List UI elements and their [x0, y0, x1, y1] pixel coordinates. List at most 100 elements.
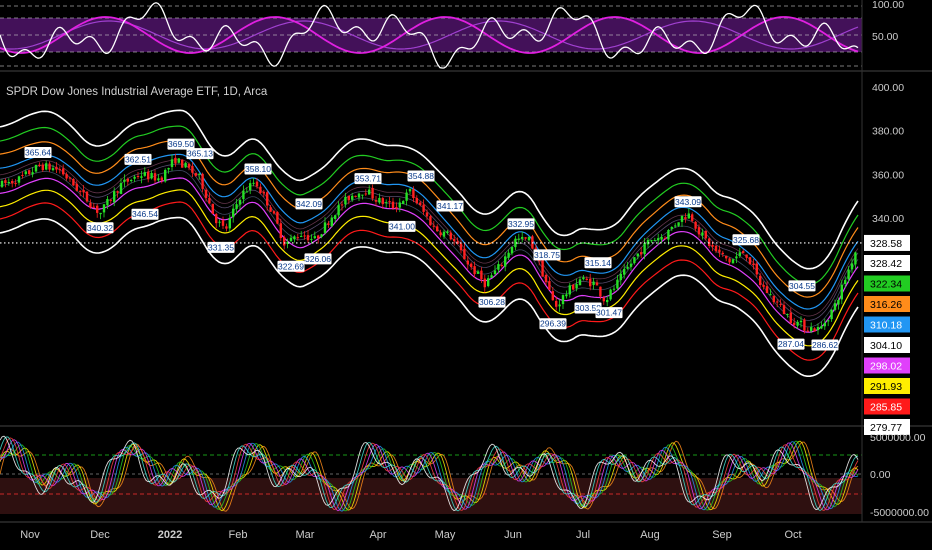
candle-body — [422, 204, 425, 212]
candle-body — [517, 238, 520, 240]
candle-body — [31, 172, 34, 175]
band-value-badge-text: 310.18 — [870, 320, 902, 332]
candle-body — [565, 294, 568, 297]
x-tick: Dec — [90, 529, 110, 541]
candle-body — [735, 256, 738, 259]
candle-body — [364, 193, 367, 195]
candle-body — [330, 217, 333, 227]
price-callout: 332.95 — [507, 218, 535, 230]
ma-line-2 — [0, 159, 859, 317]
candle-body — [687, 213, 690, 219]
candle-body — [606, 299, 609, 303]
candle-body — [201, 173, 204, 189]
candle-body — [497, 264, 500, 270]
candle-body — [806, 330, 809, 332]
candle-body — [238, 199, 242, 205]
candle-body — [738, 252, 741, 256]
price-callout-text: 340.32 — [87, 223, 113, 233]
candle-body — [143, 172, 146, 176]
candle-body — [541, 259, 544, 277]
candle-body — [225, 226, 228, 229]
candle-body — [752, 263, 755, 266]
price-callout: 287.04 — [777, 338, 805, 350]
candle-body — [694, 221, 697, 229]
price-callout-text: 318.75 — [534, 250, 560, 260]
candle-body — [810, 327, 813, 332]
price-callout: 325.68 — [732, 234, 760, 246]
candle-body — [823, 322, 826, 327]
candle-body — [731, 259, 735, 264]
candle-body — [17, 176, 21, 183]
candle-body — [697, 227, 701, 235]
candle-body — [449, 232, 452, 240]
candle-body — [113, 191, 116, 203]
price-callout: 331.35 — [207, 241, 235, 253]
candle-body — [640, 252, 643, 255]
candle-body — [725, 255, 728, 259]
candle-body — [388, 201, 391, 203]
candle-body — [123, 179, 126, 182]
price-callout-text: 304.55 — [789, 281, 815, 291]
candle-body — [259, 186, 262, 194]
chart-stage: 365.64 340.32 362.51 346.54 369.50 365.13 331.… — [0, 0, 932, 550]
candle-body — [79, 190, 82, 192]
candle-body — [136, 175, 140, 177]
candle-body — [680, 215, 684, 222]
price-callout: 353.71 — [354, 173, 382, 185]
candle-body — [704, 230, 707, 239]
candle-body — [177, 158, 180, 163]
bottom-neg-zone — [0, 478, 862, 514]
candle-body — [527, 236, 531, 241]
candle-body — [323, 222, 327, 233]
candle-body — [558, 304, 561, 307]
candle-body — [51, 168, 55, 171]
candle-body — [602, 297, 605, 302]
candle-body — [555, 300, 558, 307]
candle-body — [745, 254, 748, 258]
candle-body — [840, 284, 843, 300]
price-callout-text: 369.50 — [168, 139, 194, 149]
price-callout: 286.62 — [811, 339, 839, 351]
candle-body — [782, 305, 786, 315]
candle-body — [235, 204, 238, 209]
candle-body — [575, 284, 578, 289]
candle-body — [272, 211, 276, 214]
candle-body — [21, 174, 24, 176]
price-callout: 315.14 — [584, 257, 612, 269]
x-tick: Aug — [640, 529, 660, 541]
candle-body — [55, 166, 58, 170]
price-callout-text: 342.09 — [296, 199, 322, 209]
candle-body — [711, 245, 714, 247]
candle-body — [429, 216, 432, 226]
price-callout-text: 341.17 — [437, 201, 463, 211]
candle-body — [718, 249, 721, 253]
price-callout-text: 341.00 — [389, 221, 415, 231]
x-tick: Sep — [712, 529, 732, 541]
price-callout: 304.55 — [788, 280, 816, 292]
candle-body — [762, 284, 765, 287]
x-tick: Feb — [229, 529, 248, 541]
price-callout-text: 287.04 — [778, 339, 804, 349]
candle-body — [684, 217, 687, 220]
candle-body — [184, 162, 187, 168]
candle-body — [96, 205, 99, 213]
candle-body — [507, 252, 510, 258]
candle-body — [425, 212, 429, 217]
candle-body — [691, 214, 694, 221]
candle-body — [500, 265, 503, 267]
band-value-badge-text: 322.34 — [870, 279, 902, 291]
candle-body — [313, 236, 316, 239]
candle-body — [371, 187, 374, 199]
candle-body — [303, 235, 306, 237]
candle-body — [568, 285, 571, 295]
candle-body — [75, 183, 78, 191]
chart-title: SPDR Dow Jones Industrial Average ETF, 1… — [6, 86, 268, 98]
candle-body — [789, 312, 792, 324]
candle-body — [572, 284, 575, 290]
price-callout-text: 362.51 — [125, 154, 151, 164]
candle-body — [68, 177, 72, 179]
price-callout: 318.75 — [533, 249, 561, 261]
candle-body — [623, 268, 626, 275]
candle-body — [351, 195, 354, 200]
candle-body — [208, 197, 211, 204]
